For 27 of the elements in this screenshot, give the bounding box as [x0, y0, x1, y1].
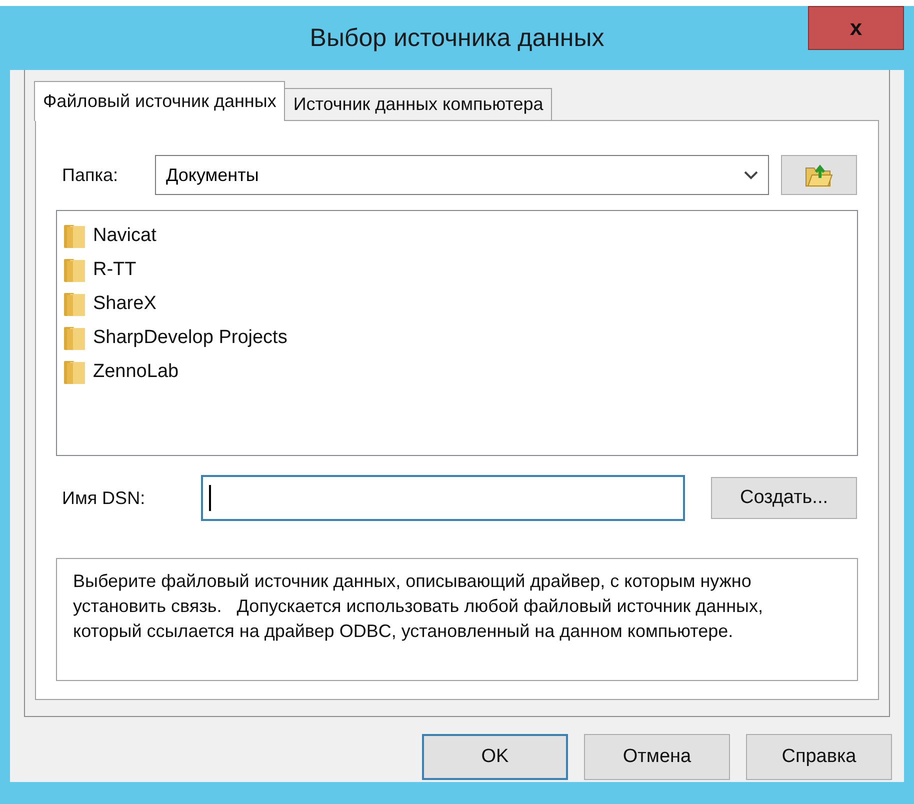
folder-item[interactable]: R-TT [63, 253, 140, 287]
dialog-button[interactable]: OK [422, 734, 568, 780]
folder-icon [63, 223, 87, 249]
chevron-down-icon [744, 170, 758, 180]
window-title: Выбор источника данных [310, 24, 604, 52]
tab[interactable]: Источник данных компьютера [284, 88, 552, 120]
folder-icon [63, 359, 87, 385]
folder-up-button[interactable] [781, 155, 857, 195]
dsn-label: Имя DSN: [61, 488, 146, 508]
file-list[interactable]: Navicat R-TT ShareX SharpDevelop Projects ZennoLab [56, 210, 858, 456]
folder-label: Папка: [61, 164, 119, 186]
folder-item[interactable]: ZennoLab [63, 355, 183, 389]
dialog-button[interactable]: Отмена [584, 734, 730, 780]
folder-icon [63, 325, 87, 351]
folder-item[interactable]: ShareX [63, 287, 160, 321]
close-button[interactable]: x [808, 6, 904, 50]
create-button[interactable]: Создать... [711, 477, 857, 519]
folder-icon [63, 257, 87, 283]
folder-item[interactable]: Navicat [63, 219, 160, 253]
folder-item[interactable]: SharpDevelop Projects [63, 321, 292, 355]
dsn-input-field[interactable] [201, 475, 685, 521]
tab[interactable]: Файловый источник данных [34, 81, 286, 121]
folder-icon [63, 291, 87, 317]
description-text: Выберите файловый источник данных, описывающий драйвер, с которым нужно установить связь. Допускается использовать любой файловый источник данных, который ссылается на драйвер ODBC, установленный на данном компьютере. [73, 570, 764, 643]
folder-dropdown[interactable]: Документы [155, 155, 769, 195]
dialog-button[interactable]: Справка [746, 734, 892, 780]
folder-up-icon [804, 162, 834, 188]
